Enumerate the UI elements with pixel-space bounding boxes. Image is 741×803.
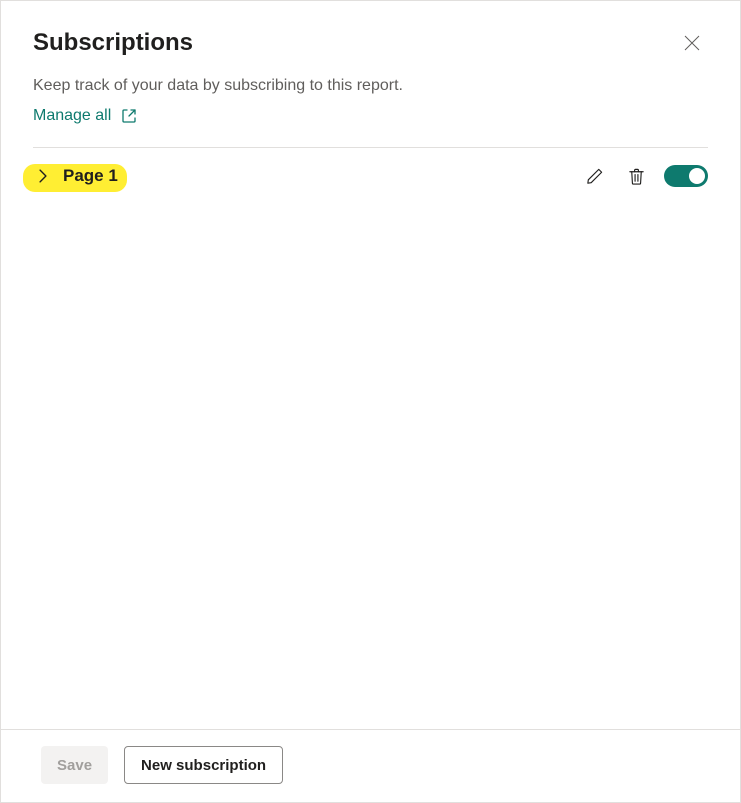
close-button[interactable] bbox=[676, 27, 708, 59]
edit-button[interactable] bbox=[580, 162, 608, 190]
toggle-knob bbox=[689, 168, 705, 184]
subscription-item-left: Page 1 bbox=[33, 166, 118, 186]
subscriptions-panel: Subscriptions Keep track of your data by… bbox=[0, 0, 741, 803]
new-subscription-button[interactable]: New subscription bbox=[124, 746, 283, 784]
subscription-item-actions bbox=[580, 162, 708, 190]
expand-toggle[interactable] bbox=[33, 166, 53, 186]
manage-all-link[interactable]: Manage all bbox=[33, 107, 137, 125]
subscription-item: Page 1 bbox=[33, 148, 708, 190]
subscription-name: Page 1 bbox=[63, 166, 118, 186]
panel-subtitle: Keep track of your data by subscribing t… bbox=[33, 77, 708, 95]
trash-icon bbox=[627, 167, 646, 186]
panel-title: Subscriptions bbox=[33, 29, 193, 57]
panel-main: Subscriptions Keep track of your data by… bbox=[1, 1, 740, 729]
close-icon bbox=[684, 35, 700, 51]
save-button: Save bbox=[41, 746, 108, 784]
manage-all-label: Manage all bbox=[33, 107, 111, 125]
pencil-icon bbox=[585, 167, 604, 186]
enable-toggle[interactable] bbox=[664, 165, 708, 187]
external-link-icon bbox=[121, 108, 137, 124]
header-row: Subscriptions bbox=[33, 27, 708, 59]
panel-footer: Save New subscription bbox=[1, 729, 740, 802]
delete-button[interactable] bbox=[622, 162, 650, 190]
chevron-right-icon bbox=[36, 169, 50, 183]
